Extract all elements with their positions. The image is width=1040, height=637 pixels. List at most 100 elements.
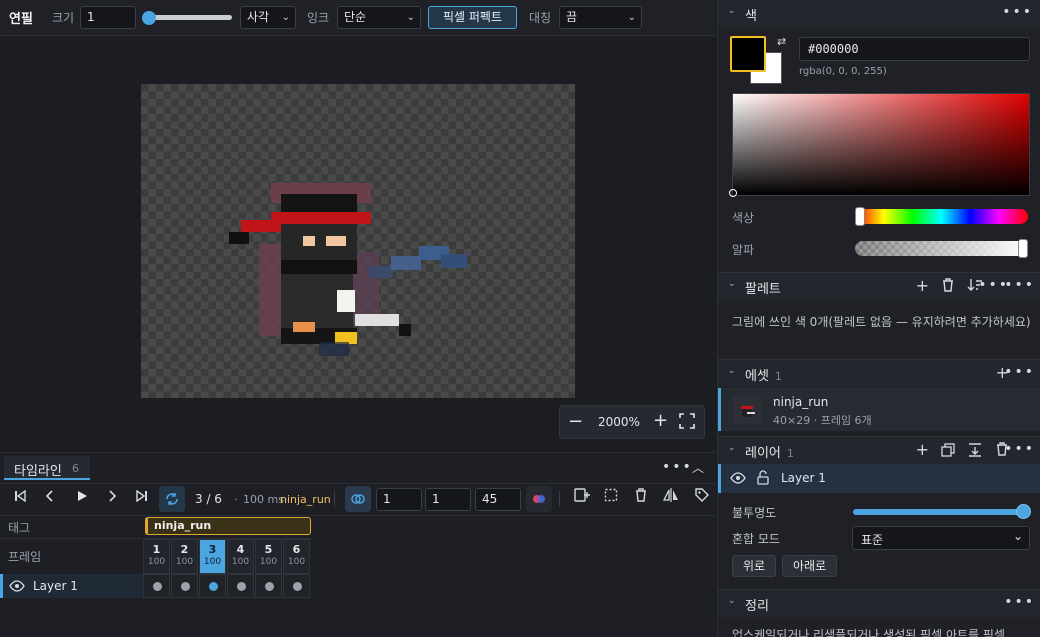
zoom-control: − 2000% +	[559, 405, 705, 439]
tag-icon[interactable]	[690, 487, 714, 511]
add-palette-color-icon[interactable]: +	[916, 276, 929, 295]
hue-slider-thumb[interactable]	[855, 207, 865, 226]
frame-header-5[interactable]: 5 100	[255, 539, 282, 574]
eye-icon[interactable]	[730, 471, 746, 485]
opacity-label: 불투명도	[732, 506, 777, 520]
unlock-icon[interactable]	[757, 470, 769, 485]
frame-header-1[interactable]: 1 100	[143, 539, 170, 574]
move-layer-down-button[interactable]: 아래로	[782, 555, 837, 577]
size-slider-thumb[interactable]	[142, 11, 156, 25]
onion-skin-toggle-icon[interactable]	[345, 486, 371, 512]
zoom-out-button[interactable]: −	[568, 411, 583, 432]
cel-frame-3[interactable]	[199, 574, 226, 598]
opacity-slider[interactable]	[853, 504, 1031, 519]
chevron-down-icon: ⌄	[728, 596, 736, 606]
cleanup-section-header[interactable]: ⌄ 정리 •••	[718, 589, 1040, 617]
cleanup-section-title: 정리	[745, 599, 769, 614]
more-icon[interactable]: •••	[1004, 364, 1035, 380]
move-layer-up-button[interactable]: 위로	[732, 555, 776, 577]
last-frame-icon[interactable]	[130, 487, 154, 511]
assets-title-text: 에셋	[745, 369, 769, 384]
blend-mode-select[interactable]: 표준 ⌄	[852, 526, 1030, 550]
layer-row[interactable]: Layer 1	[718, 464, 1040, 493]
next-frame-icon[interactable]	[100, 487, 124, 511]
play-icon[interactable]	[70, 487, 94, 511]
size-input[interactable]: 1	[80, 6, 136, 29]
merge-down-icon[interactable]	[968, 442, 982, 458]
frame-header-6[interactable]: 6 100	[283, 539, 310, 574]
saturation-value-picker[interactable]	[729, 93, 1030, 197]
size-slider[interactable]	[142, 11, 232, 25]
timeline-layer-row[interactable]: Layer 1	[0, 574, 143, 598]
frame-header-4[interactable]: 4 100	[227, 539, 254, 574]
picker-cursor[interactable]	[729, 189, 737, 197]
assets-section-header[interactable]: ⌄ 에셋 1 + •••	[718, 359, 1040, 387]
primary-color-swatch[interactable]	[730, 36, 766, 72]
onion-after-input[interactable]: 1	[425, 488, 471, 511]
cel-dot	[265, 582, 274, 591]
more-icon[interactable]: •••	[1004, 594, 1035, 610]
tag-ninja-run[interactable]: ninja_run	[145, 517, 311, 535]
select-frames-icon[interactable]	[599, 487, 623, 511]
alpha-slider-thumb[interactable]	[1018, 239, 1028, 258]
cel-frame-5[interactable]	[255, 574, 282, 598]
brush-shape-select[interactable]: 사각 ⌄	[240, 6, 296, 29]
frame-header-2[interactable]: 2 100	[171, 539, 198, 574]
ink-value: 단순	[344, 10, 367, 24]
pixel-perfect-toggle[interactable]: 픽셀 퍼펙트	[428, 6, 517, 29]
color-section-header[interactable]: ⌄ 색 •••	[718, 0, 1040, 28]
chevron-down-icon: ⌄	[281, 12, 290, 23]
chevron-down-icon: ⌄	[728, 366, 736, 376]
asset-meta: 40×29 · 프레임 6개	[773, 414, 872, 427]
reverse-frames-icon[interactable]	[659, 487, 683, 511]
duplicate-layer-icon[interactable]	[941, 443, 955, 457]
more-icon[interactable]: •••	[1002, 4, 1033, 20]
fit-screen-icon[interactable]	[679, 413, 695, 429]
timeline-layer-name: Layer 1	[33, 579, 78, 593]
delete-icon[interactable]	[942, 278, 954, 292]
eye-icon[interactable]	[9, 579, 25, 593]
hue-slider[interactable]	[855, 207, 1028, 226]
loop-toggle-icon[interactable]	[159, 486, 185, 512]
alpha-slider[interactable]	[855, 239, 1028, 258]
previous-frame-icon[interactable]	[38, 487, 62, 511]
cel-frame-6[interactable]	[283, 574, 310, 598]
ink-select[interactable]: 단순 ⌄	[337, 6, 421, 29]
cel-frame-4[interactable]	[227, 574, 254, 598]
layers-section-header[interactable]: ⌄ 레이어 1 + •••	[718, 436, 1040, 464]
onion-opacity-input[interactable]: 45	[475, 488, 521, 511]
blend-mode-label: 혼합 모드	[732, 532, 780, 546]
first-frame-icon[interactable]	[8, 487, 32, 511]
cel-frame-1[interactable]	[143, 574, 170, 598]
zoom-level: 2000%	[598, 415, 640, 429]
onion-before-input[interactable]: 1	[376, 488, 422, 511]
add-frame-icon[interactable]	[570, 487, 594, 511]
frame-duration-label: 100	[175, 557, 194, 567]
opacity-slider-thumb[interactable]	[1016, 504, 1031, 519]
cel-frame-2[interactable]	[171, 574, 198, 598]
layers-title-text: 레이어	[745, 446, 781, 461]
blend-mode-value: 표준	[861, 533, 884, 547]
chevron-down-icon: ⌄	[728, 6, 736, 16]
frame-number: 2	[180, 543, 189, 556]
symmetry-select[interactable]: 끔 ⌄	[559, 6, 642, 29]
asset-item[interactable]: ninja_run 40×29 · 프레임 6개	[718, 388, 1040, 431]
onion-tint-icon[interactable]	[526, 486, 552, 512]
more-icon[interactable]: •••	[1004, 441, 1035, 457]
chevron-down-icon: ⌄	[627, 12, 636, 23]
frame-header-3[interactable]: 3 100	[199, 539, 226, 574]
more-icon[interactable]: •••	[1004, 277, 1035, 293]
cel-dot	[237, 582, 246, 591]
more-icon[interactable]: •••	[662, 459, 693, 475]
zoom-in-button[interactable]: +	[653, 410, 668, 431]
delete-frame-icon[interactable]	[629, 487, 653, 511]
add-layer-icon[interactable]: +	[916, 440, 929, 459]
tab-timeline[interactable]: 타임라인 6	[4, 456, 90, 480]
frame-number: 3	[208, 543, 217, 556]
swap-colors-icon[interactable]: ⇄	[777, 35, 786, 48]
palette-section-header[interactable]: ⌄ 팔레트 + ••• •••	[718, 272, 1040, 300]
collapse-icon[interactable]: ︿	[692, 459, 704, 476]
hex-input[interactable]: #000000	[799, 37, 1030, 61]
sprite-canvas[interactable]	[141, 84, 575, 398]
frame-duration: 100 ms	[243, 493, 284, 506]
